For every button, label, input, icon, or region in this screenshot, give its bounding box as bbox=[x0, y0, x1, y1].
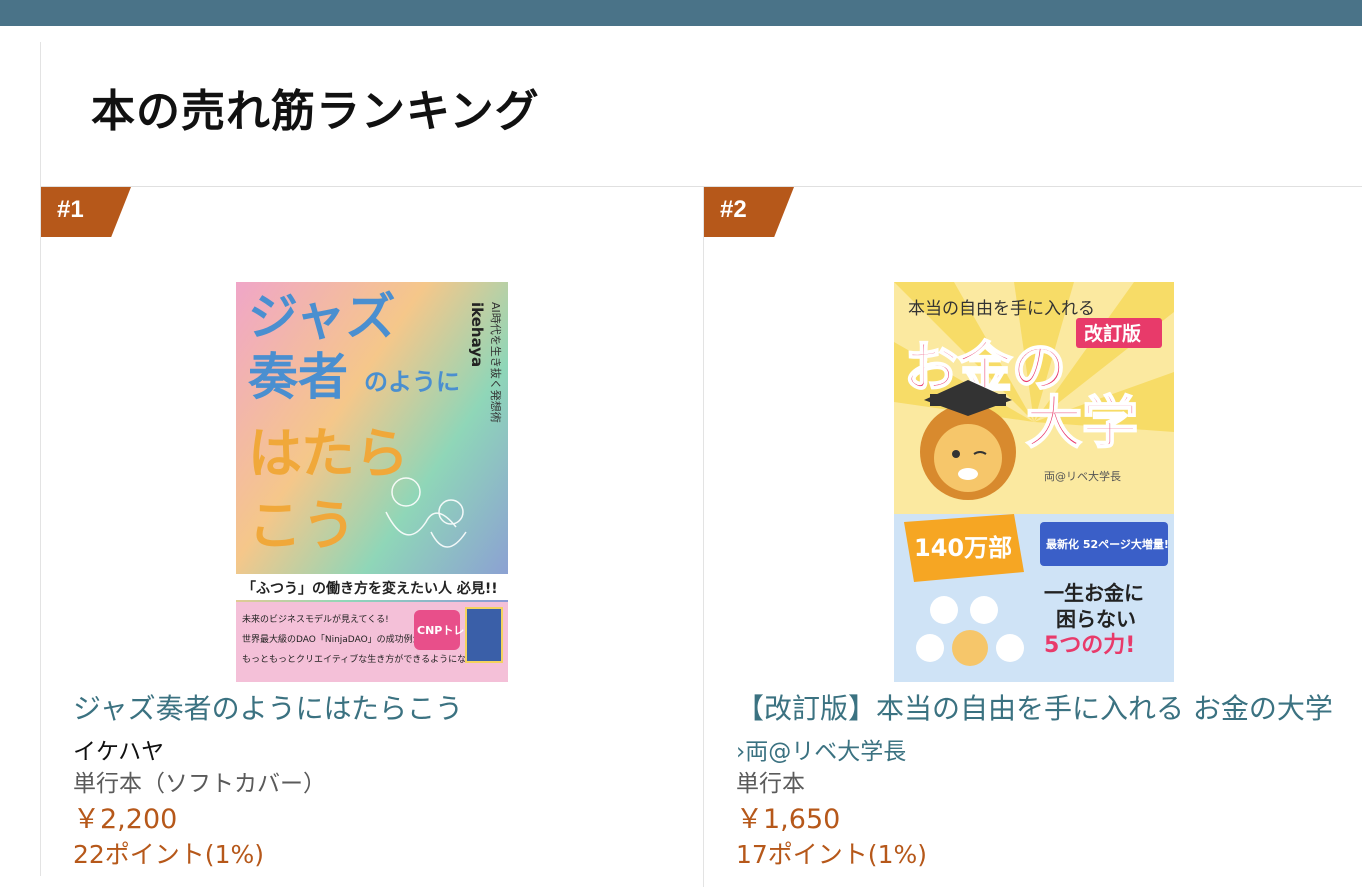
book-title-link[interactable]: 【改訂版】本当の自由を手に入れる お金の大学 bbox=[736, 687, 1333, 727]
cover-author: ikehaya bbox=[468, 302, 486, 367]
cover-right-badge: 最新化 52ページ大増量! bbox=[1046, 537, 1169, 551]
cover-bottom-line: 一生お金に bbox=[1044, 581, 1144, 605]
book-format: 単行本（ソフトカバー） bbox=[73, 771, 326, 797]
cover-title-sub: 大学 bbox=[1026, 391, 1138, 456]
book-points: 17ポイント(1%) bbox=[736, 840, 927, 869]
cover-title-line: はたら bbox=[248, 422, 409, 485]
rank-badge bbox=[704, 187, 794, 237]
cover-title-line: ジャズ bbox=[248, 288, 396, 346]
rank-badge bbox=[41, 187, 131, 237]
cover-author: 両@リベ大学長 bbox=[1044, 469, 1121, 483]
cover-bottom-line: 5つの力! bbox=[1044, 633, 1135, 658]
book-cover-image[interactable]: ジャズ 奏者 のように はたら こう ikehaya AI時代を生き抜く発想術 … bbox=[236, 282, 508, 682]
ranking-card-2[interactable]: #2 本当の自由を手に入れる 改訂版 お金の 大学 両@リベ大学長 140万部 … bbox=[704, 187, 1362, 887]
book-points: 22ポイント(1%) bbox=[73, 840, 264, 869]
cover-top-line: 本当の自由を手に入れる bbox=[908, 299, 1095, 319]
cover-bottom-line: 困らない bbox=[1056, 607, 1136, 631]
book-cover-image[interactable]: 本当の自由を手に入れる 改訂版 お金の 大学 両@リベ大学長 140万部 最新化… bbox=[894, 282, 1174, 682]
book-format: 単行本 bbox=[736, 771, 805, 797]
cover-bullet: もっともっとクリエイティブな生き方ができるようになる! bbox=[242, 653, 479, 665]
cover-badge-140: 140万部 bbox=[914, 534, 1012, 562]
money-book-cover: 本当の自由を手に入れる 改訂版 お金の 大学 両@リベ大学長 140万部 最新化… bbox=[894, 282, 1174, 682]
cover-subtitle: AI時代を生き抜く発想術 bbox=[489, 302, 503, 423]
rank-number: #2 bbox=[720, 196, 747, 223]
bestseller-panel: 本の売れ筋ランキング #1 ジャズ 奏者 のように はたら こう ikehaya… bbox=[40, 42, 1362, 887]
cover-title-line: こう bbox=[248, 494, 356, 557]
book-author-link[interactable]: ›両@リベ大学長 bbox=[736, 732, 906, 766]
book-title-link[interactable]: ジャズ奏者のようにはたらこう bbox=[73, 687, 463, 727]
book-price: ￥2,200 bbox=[73, 804, 178, 835]
section-heading: 本の売れ筋ランキング bbox=[91, 86, 540, 137]
cover-title-line: のように bbox=[364, 368, 460, 396]
book-price: ￥1,650 bbox=[736, 804, 841, 835]
jazz-book-cover: ジャズ 奏者 のように はたら こう ikehaya AI時代を生き抜く発想術 … bbox=[236, 282, 508, 682]
cover-edition: 改訂版 bbox=[1084, 322, 1141, 345]
cover-banner: 「ふつう」の働き方を変えたい人 必見!! bbox=[242, 580, 498, 597]
cover-bullet: 未来のビジネスモデルが見えてくる! bbox=[242, 613, 389, 625]
top-navigation-bar bbox=[0, 0, 1362, 26]
book-author: イケハヤ bbox=[73, 739, 165, 765]
rank-number: #1 bbox=[57, 196, 84, 223]
cover-title-line: 奏者 bbox=[248, 348, 348, 406]
ranking-card-1[interactable]: #1 ジャズ 奏者 のように はたら こう ikehaya AI時代を生き抜く発… bbox=[41, 187, 704, 887]
